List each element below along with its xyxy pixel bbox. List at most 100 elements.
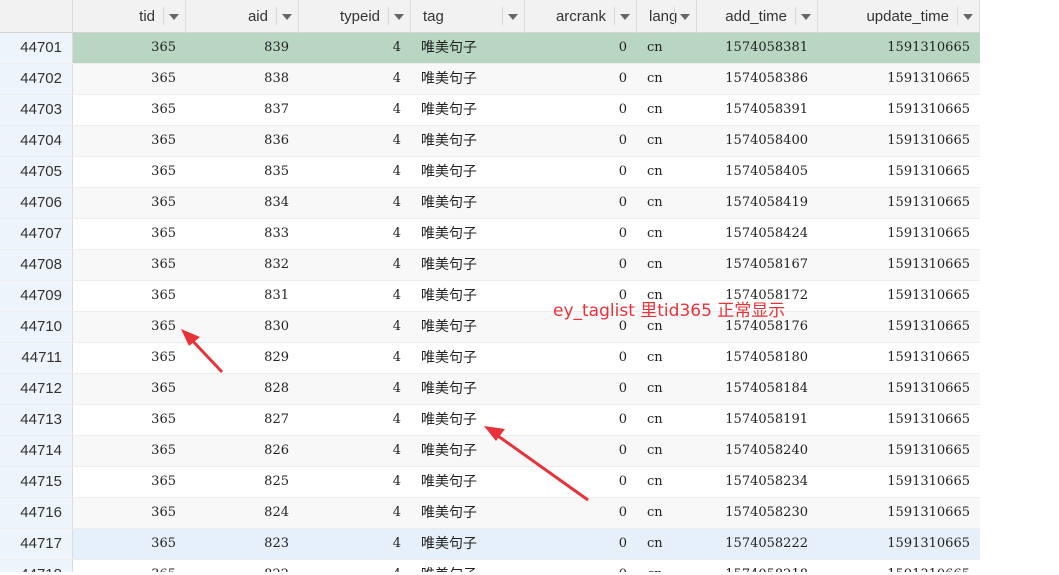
cell-add_time[interactable]: 1574058180 [697,343,818,373]
cell-update_time[interactable]: 1591310665 [818,64,980,94]
cell-add_time[interactable]: 1574058191 [697,405,818,435]
cell-tag[interactable]: 唯美句子 [411,126,525,156]
table-row[interactable]: 44711 365 829 4 唯美句子 0 cn 1574058180 1591310665 [0,343,980,374]
cell-arcrank[interactable]: 0 [525,436,637,466]
cell-aid[interactable]: 831 [186,281,299,311]
column-header-typeid[interactable]: typeid [299,0,411,33]
cell-aid[interactable]: 822 [186,560,299,572]
cell-arcrank[interactable]: 0 [525,529,637,559]
cell-typeid[interactable]: 4 [299,405,411,435]
cell-aid[interactable]: 838 [186,64,299,94]
cell-add_time[interactable]: 1574058222 [697,529,818,559]
filter-dropdown-icon[interactable] [502,7,520,25]
cell-lang[interactable]: cn [637,374,697,404]
cell-tag[interactable]: 唯美句子 [411,560,525,572]
cell-tid[interactable]: 365 [73,64,186,94]
cell-tid[interactable]: 365 [73,281,186,311]
cell-lang[interactable]: cn [637,126,697,156]
cell-lang[interactable]: cn [637,33,697,63]
cell-tag[interactable]: 唯美句子 [411,529,525,559]
cell-add_time[interactable]: 1574058386 [697,64,818,94]
table-row[interactable]: 44702 365 838 4 唯美句子 0 cn 1574058386 1591310665 [0,64,980,95]
cell-update_time[interactable]: 1591310665 [818,188,980,218]
row-number[interactable]: 44711 [0,343,73,373]
filter-dropdown-icon[interactable] [674,7,692,25]
row-number[interactable]: 44708 [0,250,73,280]
cell-tid[interactable]: 365 [73,33,186,63]
cell-tid[interactable]: 365 [73,405,186,435]
table-row[interactable]: 447183658224唯美句子0cn15740582181591310665 [0,560,980,572]
cell-add_time[interactable]: 1574058240 [697,436,818,466]
cell-aid[interactable]: 835 [186,157,299,187]
cell-tag[interactable]: 唯美句子 [411,250,525,280]
cell-arcrank[interactable]: 0 [525,467,637,497]
row-number[interactable]: 44701 [0,33,73,63]
cell-aid[interactable]: 839 [186,33,299,63]
cell-aid[interactable]: 834 [186,188,299,218]
cell-tag[interactable]: 唯美句子 [411,281,525,311]
cell-arcrank[interactable]: 0 [525,560,637,572]
row-number[interactable]: 44705 [0,157,73,187]
cell-typeid[interactable]: 4 [299,529,411,559]
cell-typeid[interactable]: 4 [299,281,411,311]
table-row[interactable]: 44712 365 828 4 唯美句子 0 cn 1574058184 1591310665 [0,374,980,405]
cell-add_time[interactable]: 1574058230 [697,498,818,528]
cell-arcrank[interactable]: 0 [525,126,637,156]
cell-update_time[interactable]: 1591310665 [818,436,980,466]
cell-tid[interactable]: 365 [73,157,186,187]
cell-tag[interactable]: 唯美句子 [411,498,525,528]
data-grid[interactable]: tid aid typeid tag arcrank lang add_time update… [0,0,980,572]
cell-lang[interactable]: cn [637,64,697,94]
cell-typeid[interactable]: 4 [299,312,411,342]
cell-arcrank[interactable]: 0 [525,374,637,404]
cell-update_time[interactable]: 1591310665 [818,126,980,156]
cell-lang[interactable]: cn [637,250,697,280]
cell-tag[interactable]: 唯美句子 [411,33,525,63]
cell-typeid[interactable]: 4 [299,374,411,404]
cell-lang[interactable]: cn [637,436,697,466]
cell-lang[interactable]: cn [637,405,697,435]
cell-tag[interactable]: 唯美句子 [411,95,525,125]
cell-tid[interactable]: 365 [73,343,186,373]
cell-aid[interactable]: 837 [186,95,299,125]
cell-update_time[interactable]: 1591310665 [818,157,980,187]
column-header-lang[interactable]: lang [637,0,697,33]
cell-tag[interactable]: 唯美句子 [411,312,525,342]
cell-aid[interactable]: 830 [186,312,299,342]
row-number[interactable]: 44715 [0,467,73,497]
cell-tag[interactable]: 唯美句子 [411,374,525,404]
column-header-update_time[interactable]: update_time [818,0,980,33]
column-header-aid[interactable]: aid [186,0,299,33]
cell-update_time[interactable]: 1591310665 [818,560,980,572]
filter-dropdown-icon[interactable] [957,7,975,25]
cell-tid[interactable]: 365 [73,219,186,249]
cell-update_time[interactable]: 1591310665 [818,33,980,63]
column-header-tid[interactable]: tid [73,0,186,33]
cell-tid[interactable]: 365 [73,126,186,156]
cell-update_time[interactable]: 1591310665 [818,498,980,528]
row-number[interactable]: 44712 [0,374,73,404]
cell-arcrank[interactable]: 0 [525,405,637,435]
table-row[interactable]: 44716 365 824 4 唯美句子 0 cn 1574058230 1591310665 [0,498,980,529]
cell-update_time[interactable]: 1591310665 [818,405,980,435]
cell-tid[interactable]: 365 [73,374,186,404]
row-number[interactable]: 44704 [0,126,73,156]
cell-typeid[interactable]: 4 [299,95,411,125]
cell-aid[interactable]: 833 [186,219,299,249]
cell-typeid[interactable]: 4 [299,560,411,572]
row-number[interactable]: 44710 [0,312,73,342]
cell-arcrank[interactable]: 0 [525,250,637,280]
cell-typeid[interactable]: 4 [299,188,411,218]
table-row[interactable]: 44714 365 826 4 唯美句子 0 cn 1574058240 1591310665 [0,436,980,467]
cell-update_time[interactable]: 1591310665 [818,374,980,404]
table-row[interactable]: 44703 365 837 4 唯美句子 0 cn 1574058391 1591310665 [0,95,980,126]
cell-tid[interactable]: 365 [73,560,186,572]
cell-add_time[interactable]: 1574058400 [697,126,818,156]
cell-tag[interactable]: 唯美句子 [411,343,525,373]
cell-typeid[interactable]: 4 [299,157,411,187]
cell-update_time[interactable]: 1591310665 [818,312,980,342]
table-row[interactable]: 44704 365 836 4 唯美句子 0 cn 1574058400 1591310665 [0,126,980,157]
cell-tid[interactable]: 365 [73,95,186,125]
cell-typeid[interactable]: 4 [299,343,411,373]
cell-typeid[interactable]: 4 [299,64,411,94]
